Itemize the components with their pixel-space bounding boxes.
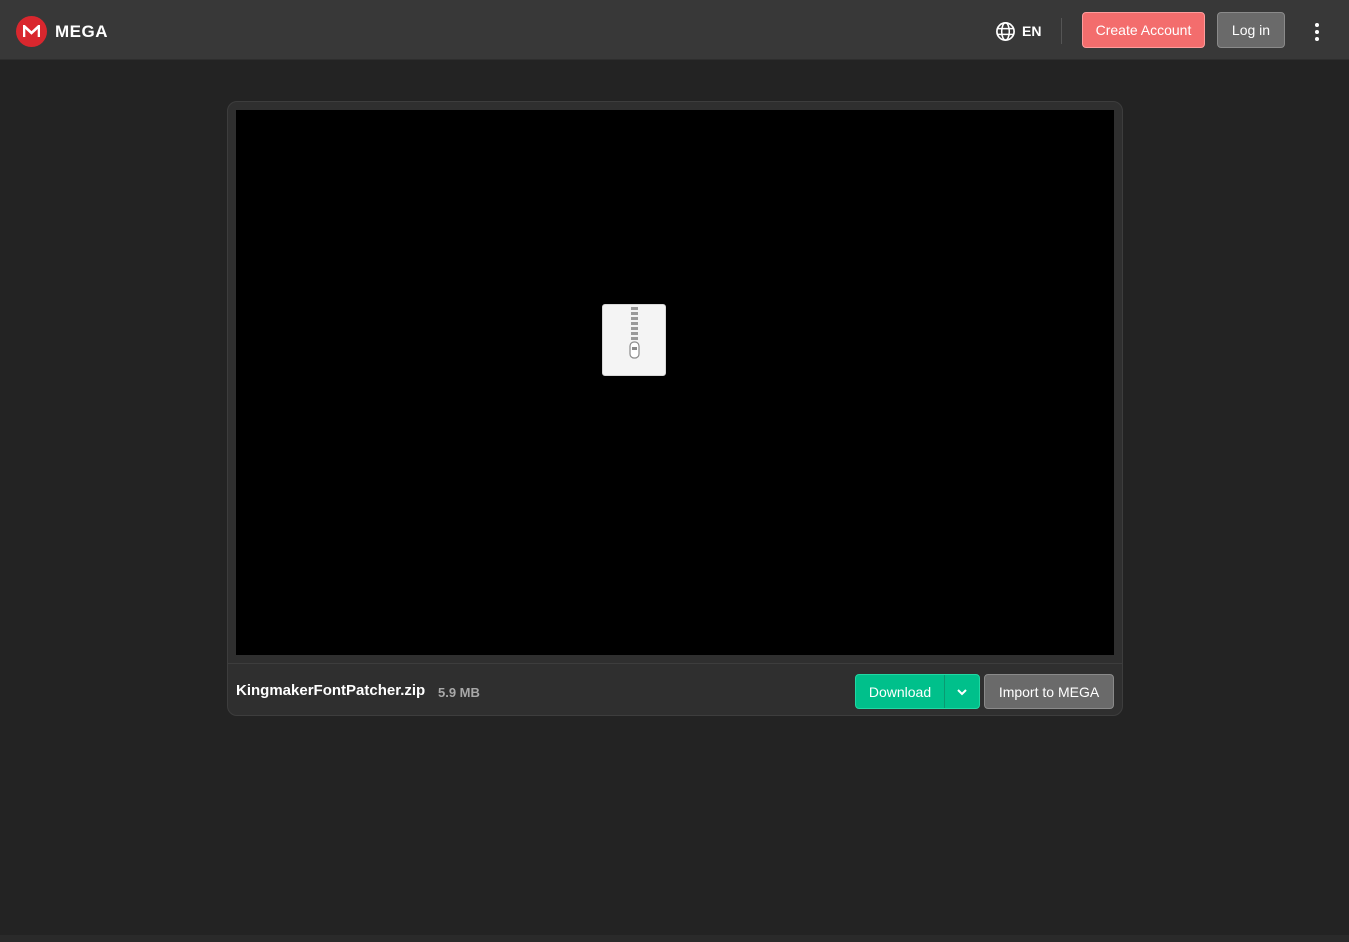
- import-to-mega-button[interactable]: Import to MEGA: [984, 674, 1114, 709]
- file-name: KingmakerFontPatcher.zip: [236, 682, 426, 699]
- brand-name: MEGA: [55, 21, 108, 41]
- language-selector[interactable]: EN: [995, 20, 1041, 42]
- file-preview-card: KingmakerFontPatcher.zip 5.9 MB Download…: [227, 101, 1123, 716]
- file-size: 5.9 MB: [438, 685, 480, 700]
- mega-logo[interactable]: MEGA: [16, 16, 108, 47]
- create-account-button[interactable]: Create Account: [1082, 12, 1205, 48]
- top-bar: MEGA EN Create Account Log in: [0, 0, 1349, 60]
- mega-logo-icon: [16, 16, 47, 47]
- more-vertical-icon[interactable]: [1306, 19, 1328, 45]
- download-button[interactable]: Download: [856, 675, 945, 708]
- header-divider: [1061, 18, 1062, 44]
- zip-file-icon: [602, 304, 666, 376]
- file-info-bar: KingmakerFontPatcher.zip 5.9 MB Download…: [228, 663, 1122, 715]
- language-code: EN: [1022, 23, 1042, 39]
- globe-icon: [996, 21, 1015, 41]
- login-button[interactable]: Log in: [1217, 12, 1285, 48]
- bottom-edge: [0, 935, 1349, 942]
- file-preview-area: [236, 110, 1114, 655]
- chevron-down-icon: [957, 688, 967, 695]
- download-button-group: Download: [855, 674, 980, 709]
- download-options-button[interactable]: [945, 675, 979, 708]
